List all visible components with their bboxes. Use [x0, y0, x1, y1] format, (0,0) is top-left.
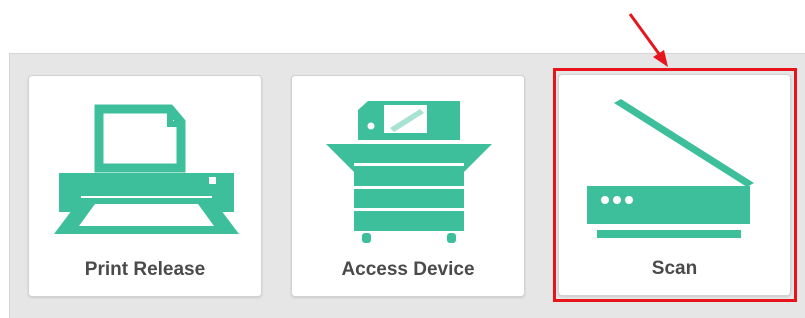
scan-tile[interactable]: Scan [558, 74, 791, 296]
copier-icon [326, 101, 492, 243]
print-release-tile[interactable]: Print Release [28, 75, 262, 297]
access-device-tile[interactable]: Access Device [291, 75, 525, 297]
printer-icon [54, 104, 239, 234]
scan-label: Scan [651, 258, 698, 279]
scanner-icon [587, 99, 754, 238]
access-device-label: Access Device [341, 259, 475, 280]
print-release-label: Print Release [84, 259, 206, 280]
